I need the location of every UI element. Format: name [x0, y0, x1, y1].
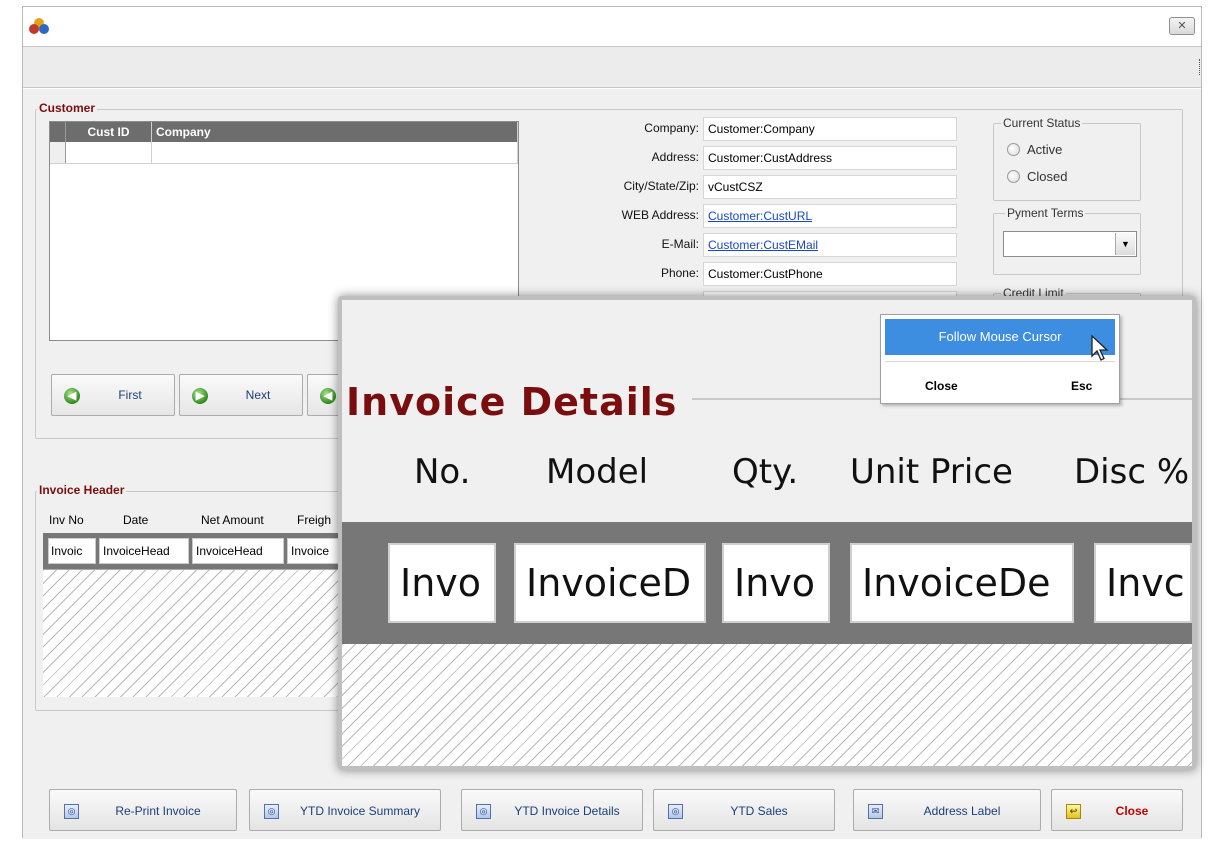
- invoice-header-row[interactable]: Invoic InvoiceHead InvoiceHead Invoice: [43, 533, 343, 569]
- arrow-right-icon: ▶: [192, 388, 208, 404]
- email-field[interactable]: Customer:CustEMail: [703, 233, 957, 257]
- address-label-label: Address Label: [923, 804, 1001, 818]
- model-cell[interactable]: InvoiceD: [514, 543, 706, 623]
- close-shortcut-label: Esc: [1071, 379, 1093, 393]
- invoice-details-empty-rows: [342, 644, 1192, 766]
- customer-grid-header: Cust ID Company: [50, 122, 518, 142]
- row-selector-header: [50, 122, 66, 142]
- next-button-label: Next: [245, 388, 271, 402]
- status-active-label[interactable]: Active: [1027, 142, 1062, 157]
- address-field[interactable]: Customer:CustAddress: [703, 146, 957, 170]
- status-closed-label[interactable]: Closed: [1027, 169, 1067, 184]
- column-header-qty[interactable]: Qty.: [732, 452, 798, 492]
- inv-no-cell[interactable]: Invoic: [48, 538, 96, 564]
- company-cell[interactable]: [152, 142, 518, 163]
- date-cell[interactable]: InvoiceHead: [99, 538, 189, 564]
- column-header-company[interactable]: Company: [152, 122, 518, 142]
- window-close-button[interactable]: ✕: [1169, 17, 1195, 35]
- phone-label: Phone:: [660, 266, 699, 280]
- city-state-zip-field[interactable]: vCustCSZ: [703, 175, 957, 199]
- address-label: Address:: [651, 150, 699, 164]
- column-header-inv-no[interactable]: Inv No: [49, 513, 84, 527]
- disc-cell[interactable]: Invc: [1094, 543, 1192, 623]
- no-cell[interactable]: Invo: [388, 543, 496, 623]
- chevron-down-icon[interactable]: ▼: [1115, 233, 1135, 255]
- mouse-cursor-icon: [1091, 334, 1109, 361]
- status-active-radio[interactable]: [1007, 143, 1020, 156]
- close-button-label: Close: [1115, 804, 1149, 818]
- follow-mouse-cursor-item[interactable]: Follow Mouse Cursor: [885, 319, 1115, 355]
- web-address-label: WEB Address:: [621, 208, 699, 222]
- email-label: E-Mail:: [661, 237, 699, 251]
- ytd-invoice-summary-label: YTD Invoice Summary: [299, 804, 421, 818]
- qty-cell[interactable]: Invo: [722, 543, 830, 623]
- invoice-header-empty-rows: [43, 569, 343, 697]
- ytd-invoice-summary-button[interactable]: ◎ YTD Invoice Summary: [249, 789, 441, 831]
- report-preview-icon: ◎: [476, 804, 491, 819]
- customer-group-title: Customer: [37, 101, 98, 115]
- table-row[interactable]: [50, 142, 518, 164]
- first-button-label: First: [118, 388, 142, 402]
- exit-icon: ↩: [1066, 804, 1081, 819]
- phone-field[interactable]: Customer:CustPhone: [703, 262, 957, 286]
- ytd-invoice-details-button[interactable]: ◎ YTD Invoice Details: [461, 789, 643, 831]
- arrow-left-icon: ◀: [64, 388, 80, 404]
- ytd-invoice-details-label: YTD Invoice Details: [514, 804, 620, 818]
- app-icon: [29, 18, 49, 34]
- company-field[interactable]: Customer:Company: [703, 117, 957, 141]
- city-state-zip-label: City/State/Zip:: [623, 179, 699, 193]
- menu-separator: [885, 361, 1115, 362]
- first-button[interactable]: ◀ First: [51, 374, 175, 416]
- column-header-freight[interactable]: Freigh: [297, 513, 331, 527]
- zoom-context-menu: Follow Mouse Cursor Close Esc: [880, 314, 1120, 404]
- row-selector[interactable]: [50, 142, 66, 163]
- current-status-title: Current Status: [1001, 116, 1083, 130]
- toolbar-grip[interactable]: [1199, 59, 1201, 75]
- current-status-group: [993, 123, 1141, 201]
- invoice-header-title: Invoice Header: [37, 483, 127, 497]
- ytd-sales-button[interactable]: ◎ YTD Sales: [653, 789, 835, 831]
- close-button[interactable]: ↩ Close: [1051, 789, 1183, 831]
- arrow-left-icon: ◀: [320, 388, 336, 404]
- column-header-cust-id[interactable]: Cust ID: [66, 122, 152, 142]
- freight-cell[interactable]: Invoice: [287, 538, 343, 564]
- cust-id-cell[interactable]: [66, 142, 152, 163]
- report-preview-icon: ◎: [264, 804, 279, 819]
- next-button[interactable]: ▶ Next: [179, 374, 303, 416]
- close-menu-item[interactable]: Close: [925, 379, 958, 393]
- report-preview-icon: ◎: [668, 804, 683, 819]
- payment-terms-title: Pyment Terms: [1005, 206, 1086, 220]
- envelope-icon: ✉: [868, 804, 883, 819]
- reprint-invoice-button[interactable]: ◎ Re-Print Invoice: [49, 789, 237, 831]
- address-label-button[interactable]: ✉ Address Label: [853, 789, 1041, 831]
- invoice-details-title: Invoice Details: [346, 380, 684, 424]
- report-preview-icon: ◎: [64, 804, 79, 819]
- column-header-model[interactable]: Model: [546, 452, 648, 492]
- column-header-unit-price[interactable]: Unit Price: [850, 452, 1013, 492]
- web-address-field[interactable]: Customer:CustURL: [703, 204, 957, 228]
- title-bar: ✕: [23, 7, 1201, 45]
- net-amount-cell[interactable]: InvoiceHead: [192, 538, 284, 564]
- status-closed-radio[interactable]: [1007, 170, 1020, 183]
- company-label: Company:: [644, 121, 699, 135]
- unit-price-cell[interactable]: InvoiceDe: [850, 543, 1074, 623]
- column-header-disc[interactable]: Disc %: [1074, 452, 1192, 492]
- ytd-sales-label: YTD Sales: [730, 804, 788, 818]
- column-header-net-amount[interactable]: Net Amount: [201, 513, 264, 527]
- column-header-no[interactable]: No.: [414, 452, 470, 492]
- toolbar-area: [23, 46, 1201, 88]
- column-header-date[interactable]: Date: [123, 513, 148, 527]
- reprint-invoice-label: Re-Print Invoice: [115, 804, 201, 818]
